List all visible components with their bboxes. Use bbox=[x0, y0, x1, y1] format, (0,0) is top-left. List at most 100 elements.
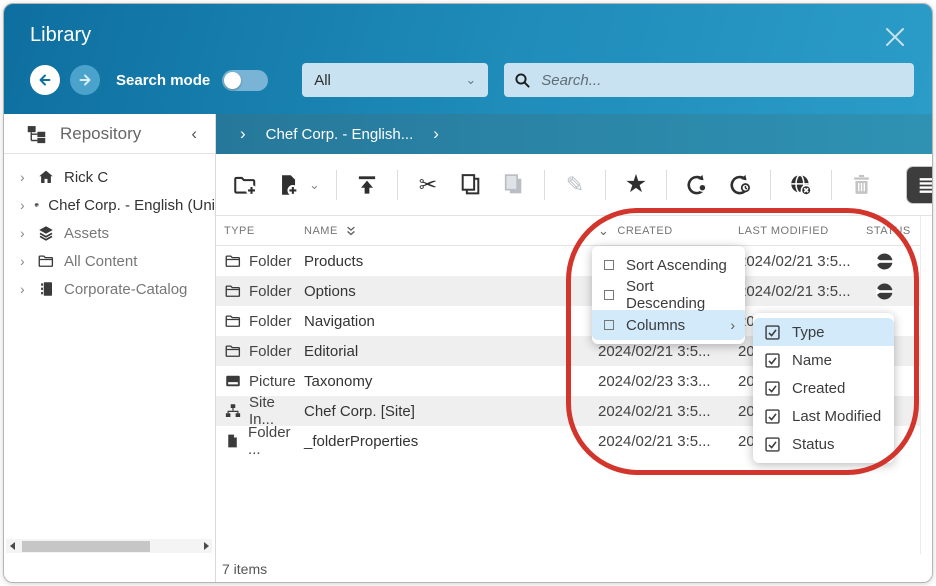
column-menu-chevron-icon[interactable]: ⌄ bbox=[598, 224, 609, 237]
breadcrumb-chevron-icon[interactable]: › bbox=[433, 124, 439, 144]
sidebar-item-label: Chef Corp. - English (Uni bbox=[48, 197, 215, 214]
submenu-item-type[interactable]: Type bbox=[753, 318, 894, 346]
status-icon bbox=[876, 283, 893, 300]
column-header-last-modified[interactable]: LAST MODIFIED bbox=[738, 225, 864, 237]
sidebar-item-rick-c[interactable]: › Rick C bbox=[4, 163, 215, 191]
sidebar-horizontal-scrollbar[interactable] bbox=[6, 539, 212, 553]
dialog-content: Repository ‹ › Rick C › Chef Corp. - En bbox=[4, 114, 932, 583]
checkbox-checked-icon[interactable] bbox=[765, 409, 780, 424]
publish-button[interactable] bbox=[683, 171, 711, 199]
submenu-item-status[interactable]: Status bbox=[753, 430, 894, 458]
items-count: 7 items bbox=[222, 561, 267, 577]
menu-item-sort-ascending[interactable]: Sort Ascending bbox=[592, 250, 745, 280]
column-header-name[interactable]: NAME bbox=[304, 225, 598, 237]
scope-select[interactable]: All ⌄ bbox=[302, 63, 488, 97]
expander-icon[interactable]: › bbox=[20, 281, 28, 297]
sidebar-item-label: All Content bbox=[64, 253, 137, 270]
expander-icon[interactable]: › bbox=[20, 169, 28, 185]
expander-icon[interactable]: › bbox=[20, 225, 28, 241]
new-folder-button[interactable] bbox=[231, 171, 259, 199]
paste-button[interactable] bbox=[500, 171, 528, 199]
sidebar-item-all-content[interactable]: › All Content bbox=[4, 247, 215, 275]
table-row[interactable]: Folder Products 2024/02/21 3:5... 2024/0… bbox=[216, 246, 920, 276]
toolbar-separator bbox=[831, 170, 832, 200]
sidebar-item-assets[interactable]: › Assets bbox=[4, 219, 215, 247]
toolbar-separator bbox=[605, 170, 606, 200]
scrollbar-track[interactable] bbox=[18, 539, 200, 553]
breadcrumb: › Chef Corp. - English... › bbox=[216, 114, 933, 154]
sidebar-item-label: Assets bbox=[64, 225, 109, 242]
search-input[interactable] bbox=[539, 71, 904, 90]
expander-icon[interactable]: › bbox=[20, 253, 28, 269]
checkbox-checked-icon[interactable] bbox=[765, 381, 780, 396]
scrollbar-thumb[interactable] bbox=[22, 541, 150, 552]
search-icon bbox=[514, 72, 531, 89]
sidebar-title: Repository bbox=[60, 124, 178, 144]
submenu-item-name[interactable]: Name bbox=[753, 346, 894, 374]
sidebar-item-chef-corp[interactable]: › Chef Corp. - English (Uni bbox=[4, 191, 215, 219]
table-row[interactable]: Folder Options 2024/02/21 3:5... 2024/02… bbox=[216, 276, 920, 306]
column-header-status[interactable]: STATUS bbox=[864, 225, 920, 237]
table-header: TYPE NAME ⌄ CREATED LAST MODIFIED STATUS bbox=[216, 216, 920, 246]
close-icon[interactable] bbox=[880, 22, 910, 52]
toolbar-separator bbox=[770, 170, 771, 200]
favorite-button[interactable]: ★ bbox=[622, 171, 650, 199]
page-icon bbox=[224, 432, 241, 450]
back-button[interactable] bbox=[30, 65, 60, 95]
pencil-icon: ✎ bbox=[566, 174, 584, 196]
toolbar-separator bbox=[336, 170, 337, 200]
unpublish-button[interactable] bbox=[787, 171, 815, 199]
scroll-right-arrow[interactable] bbox=[200, 539, 212, 553]
delete-button[interactable] bbox=[848, 171, 876, 199]
breadcrumb-chevron-icon[interactable]: › bbox=[240, 124, 246, 144]
sidebar-item-label: Rick C bbox=[64, 169, 108, 186]
folder-icon bbox=[37, 252, 55, 270]
home-icon bbox=[37, 168, 55, 186]
header-controls: Search mode All ⌄ bbox=[4, 47, 932, 97]
list-view-button[interactable] bbox=[907, 167, 933, 203]
breadcrumb-item[interactable]: Chef Corp. - English... bbox=[266, 126, 414, 143]
new-content-chevron-icon[interactable]: ⌄ bbox=[309, 177, 320, 193]
checkbox-checked-icon[interactable] bbox=[765, 325, 780, 340]
columns-submenu: Type Name Created Last Modified Status bbox=[753, 313, 894, 463]
repository-tree-icon bbox=[26, 123, 47, 144]
folder-icon bbox=[224, 342, 242, 360]
upload-button[interactable] bbox=[353, 171, 381, 199]
cut-button[interactable]: ✂ bbox=[414, 171, 442, 199]
scroll-left-arrow[interactable] bbox=[6, 539, 18, 553]
sort-icon bbox=[345, 225, 357, 237]
layers-icon bbox=[37, 224, 55, 242]
main-panel: › Chef Corp. - English... › ⌄ ✂ bbox=[216, 114, 933, 583]
sidebar-item-label: Corporate-Catalog bbox=[64, 281, 187, 298]
menu-item-square-icon bbox=[604, 290, 614, 300]
toolbar-separator bbox=[397, 170, 398, 200]
column-header-type[interactable]: TYPE bbox=[224, 225, 304, 237]
checkbox-checked-icon[interactable] bbox=[765, 437, 780, 452]
table-right-divider bbox=[920, 216, 921, 554]
menu-item-sort-descending[interactable]: Sort Descending bbox=[592, 280, 745, 310]
toolbar-separator bbox=[666, 170, 667, 200]
submenu-item-created[interactable]: Created bbox=[753, 374, 894, 402]
collapse-sidebar-icon[interactable]: ‹ bbox=[191, 124, 203, 144]
checkbox-checked-icon[interactable] bbox=[765, 353, 780, 368]
sidebar-header: Repository ‹ bbox=[4, 114, 215, 154]
sidebar-item-corporate-catalog[interactable]: › Corporate-Catalog bbox=[4, 275, 215, 303]
copy-button[interactable] bbox=[457, 171, 485, 199]
column-header-created[interactable]: ⌄ CREATED bbox=[598, 224, 738, 237]
toolbar: ⌄ ✂ ✎ ★ bbox=[216, 154, 933, 216]
menu-item-square-icon bbox=[604, 320, 614, 330]
status-icon bbox=[876, 253, 893, 270]
status-bar: 7 items bbox=[216, 554, 933, 583]
menu-item-columns[interactable]: Columns › bbox=[592, 310, 745, 340]
view-toggle bbox=[906, 166, 933, 204]
dialog-header: Library Search mode All ⌄ bbox=[4, 4, 932, 114]
edit-button[interactable]: ✎ bbox=[561, 171, 589, 199]
new-content-button[interactable] bbox=[274, 171, 302, 199]
search-mode-toggle[interactable] bbox=[222, 70, 268, 91]
expander-icon[interactable]: › bbox=[20, 197, 25, 213]
forward-button[interactable] bbox=[70, 65, 100, 95]
chevron-down-icon: ⌄ bbox=[465, 72, 476, 88]
schedule-publish-button[interactable] bbox=[726, 171, 754, 199]
toolbar-separator bbox=[544, 170, 545, 200]
submenu-item-last-modified[interactable]: Last Modified bbox=[753, 402, 894, 430]
